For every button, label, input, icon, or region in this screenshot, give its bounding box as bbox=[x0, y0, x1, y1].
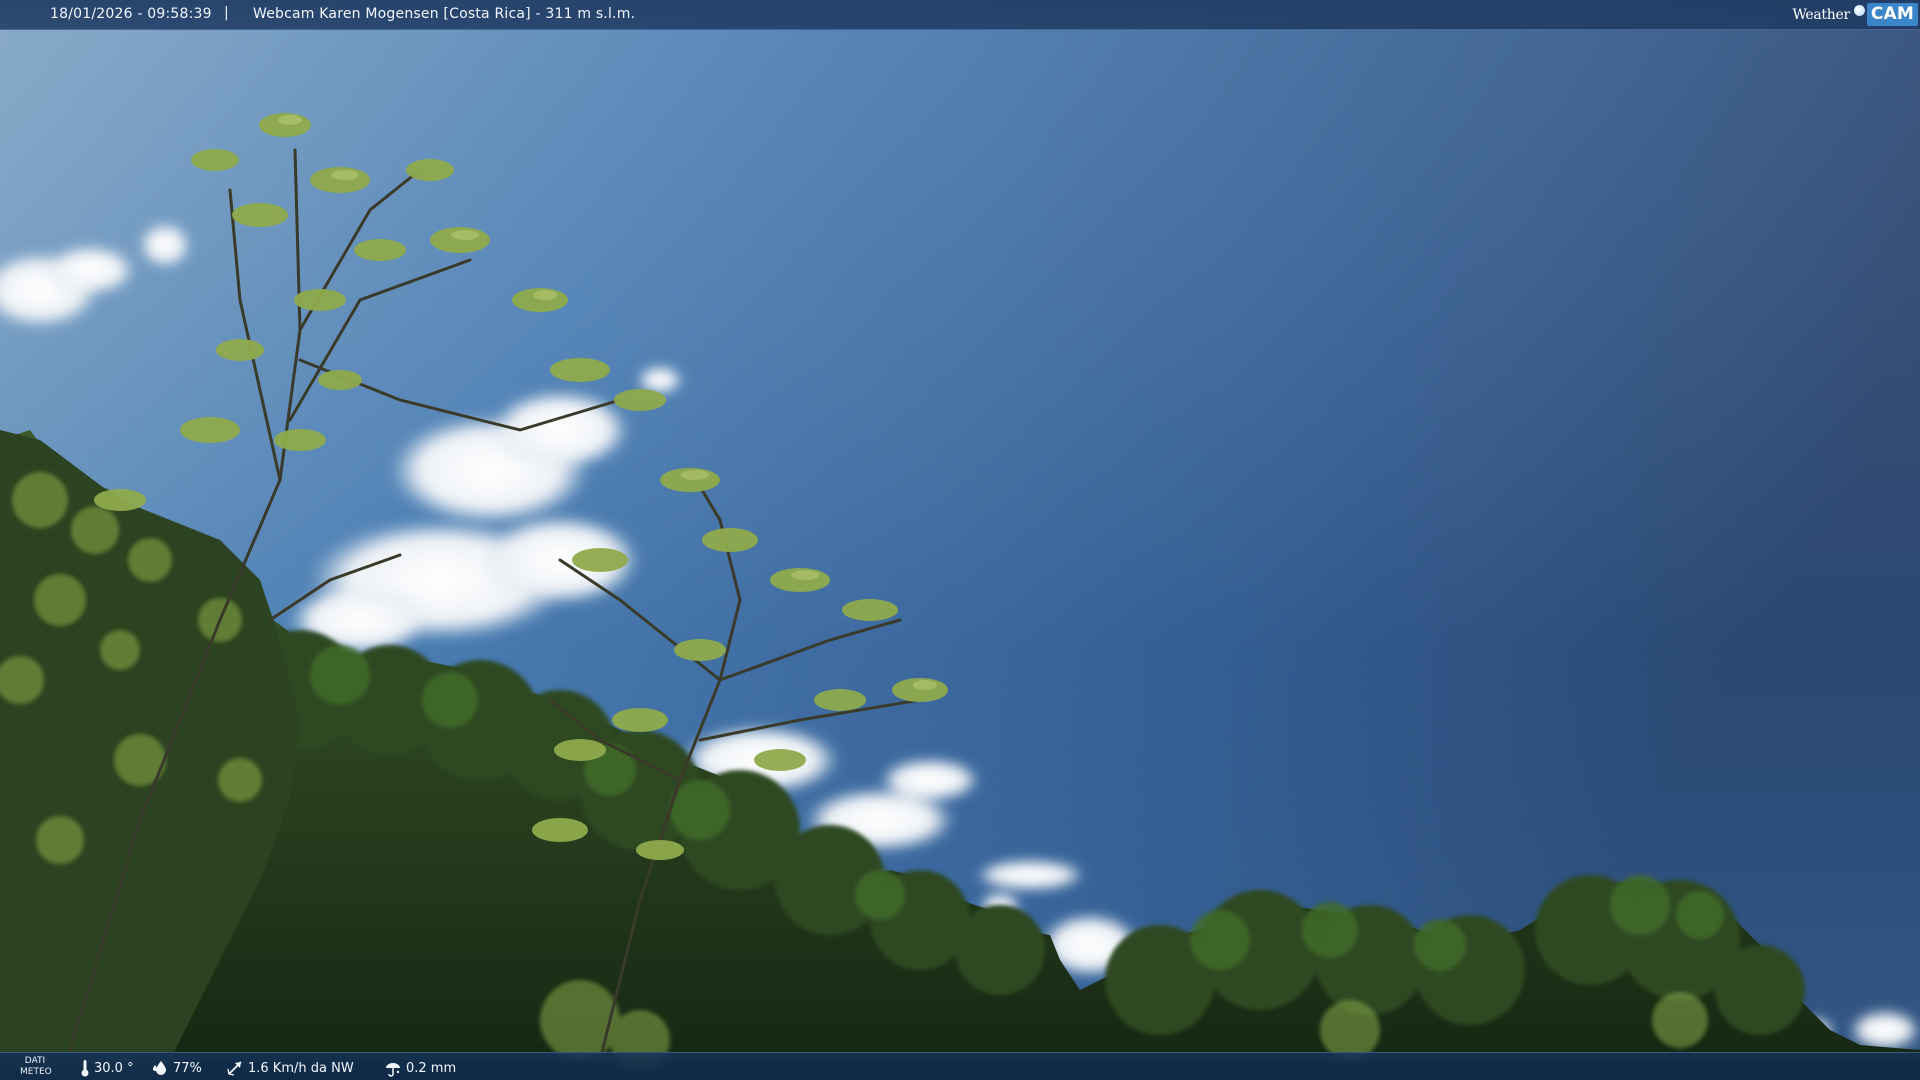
humidity-value: 77% bbox=[173, 1060, 202, 1076]
meteo-data-bar: DATI METEO 30.0 ° 77% 1.6 Km/h da NW 0.2… bbox=[0, 1052, 1920, 1080]
temperature-reading: 30.0 ° bbox=[80, 1058, 134, 1078]
webcam-title: Webcam Karen Mogensen [Costa Rica] - 311… bbox=[253, 6, 636, 22]
meteo-label: DATI METEO bbox=[20, 1056, 52, 1078]
weathercam-logo[interactable]: Weather CAM bbox=[1792, 2, 1918, 27]
webcam-info-bar: 18/01/2026 - 09:58:39 | Webcam Karen Mog… bbox=[0, 0, 1920, 30]
webcam-image bbox=[0, 0, 1920, 1080]
globe-icon bbox=[1853, 5, 1865, 16]
temperature-value: 30.0 ° bbox=[94, 1060, 134, 1076]
webcam-frame: 18/01/2026 - 09:58:39 | Webcam Karen Mog… bbox=[0, 0, 1920, 1080]
meteo-label-line2: METEO bbox=[20, 1067, 52, 1077]
rain-reading: 0.2 mm bbox=[384, 1058, 456, 1078]
wind-vane-icon bbox=[227, 1061, 242, 1076]
thermometer-icon bbox=[81, 1060, 89, 1077]
logo-word: Weather bbox=[1792, 6, 1850, 23]
rain-gauge-icon bbox=[386, 1063, 400, 1077]
capture-datetime: 18/01/2026 - 09:58:39 bbox=[50, 6, 212, 22]
logo-cam: CAM bbox=[1866, 3, 1918, 26]
title-separator: | bbox=[224, 5, 229, 21]
meteo-label-line1: DATI bbox=[24, 1056, 46, 1066]
humidity-drop-icon bbox=[153, 1061, 166, 1075]
humidity-reading: 77% bbox=[153, 1058, 202, 1078]
wind-reading: 1.6 Km/h da NW bbox=[226, 1058, 354, 1078]
rain-value: 0.2 mm bbox=[406, 1060, 457, 1076]
wind-value: 1.6 Km/h da NW bbox=[248, 1060, 354, 1076]
